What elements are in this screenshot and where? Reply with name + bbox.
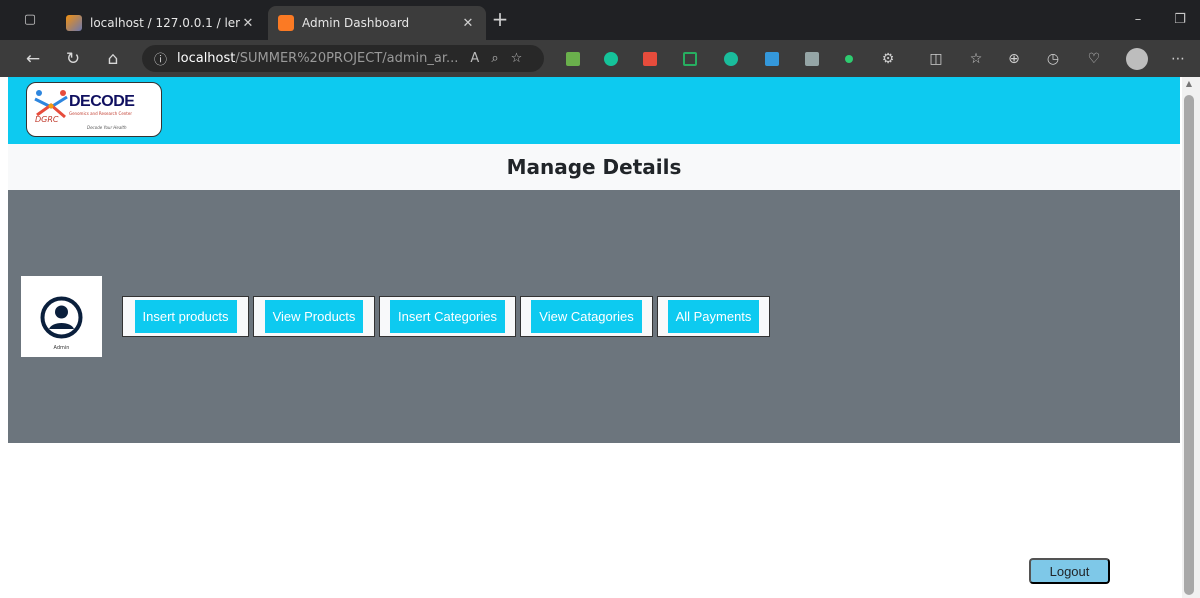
home-icon[interactable]: ⌂: [102, 48, 124, 70]
logo-subtitle: Genomics and Research Center: [69, 111, 132, 116]
insert-products-button[interactable]: Insert products: [134, 300, 237, 333]
admin-panel: Admin Insert products View Products Inse…: [8, 190, 1180, 443]
nav-item-insert-products: Insert products: [122, 296, 249, 337]
logo-abbr: DGRC: [35, 115, 59, 124]
logo-tagline: Decode Your Health: [87, 125, 127, 130]
favorites-icon[interactable]: ☆: [966, 49, 986, 69]
back-icon[interactable]: ←: [22, 48, 44, 70]
grammarly-extension-icon[interactable]: [604, 52, 618, 66]
scrollbar-thumb[interactable]: [1184, 95, 1194, 595]
xampp-favicon-icon: [278, 15, 294, 31]
insert-categories-button[interactable]: Insert Categories: [390, 300, 505, 333]
admin-name-label: Admin: [53, 345, 70, 351]
nav-item-view-categories: View Catagories: [520, 296, 653, 337]
color-picker-extension-icon[interactable]: [765, 52, 779, 66]
extension-icon[interactable]: [643, 52, 657, 66]
phpmyadmin-favicon-icon: [66, 15, 82, 31]
nav-item-view-products: View Products: [253, 296, 375, 337]
admin-profile-card: Admin: [21, 276, 102, 357]
page-header: DECODE Genomics and Research Center DGRC…: [8, 77, 1180, 144]
user-circle-icon: [40, 296, 83, 339]
zoom-icon[interactable]: ⌕: [491, 51, 498, 66]
nav-item-insert-categories: Insert Categories: [379, 296, 516, 337]
logout-button[interactable]: Logout: [1029, 558, 1110, 584]
address-bar[interactable]: ⓘ localhost /SUMMER%20PROJECT/admin_ar..…: [142, 45, 544, 72]
site-info-icon[interactable]: ⓘ: [154, 49, 167, 68]
browser-tab-bar: ▢ localhost / 127.0.0.1 / lem / cart_ ✕ …: [0, 0, 1200, 40]
tab-title: localhost / 127.0.0.1 / lem / cart_: [90, 16, 240, 30]
json-extension-icon[interactable]: [683, 52, 697, 66]
title-bar: Manage Details: [8, 144, 1180, 190]
url-path: /SUMMER%20PROJECT/admin_ar...: [235, 51, 459, 66]
close-icon[interactable]: ✕: [240, 16, 256, 31]
collections-icon[interactable]: ⊕: [1004, 49, 1024, 69]
split-screen-icon[interactable]: ◫: [926, 49, 946, 69]
tab-title: Admin Dashboard: [302, 16, 410, 30]
page-viewport: DECODE Genomics and Research Center DGRC…: [0, 77, 1200, 598]
nav-item-all-payments: All Payments: [657, 296, 770, 337]
extension-icon[interactable]: [724, 52, 738, 66]
page-title: Manage Details: [506, 155, 682, 179]
refresh-icon[interactable]: ↻: [62, 48, 84, 70]
favorite-star-icon[interactable]: ☆: [511, 51, 523, 66]
logo-brand: DECODE: [69, 93, 135, 110]
more-options-icon[interactable]: ⋯: [1168, 49, 1188, 69]
scroll-up-icon[interactable]: ▲: [1184, 79, 1194, 89]
extension-icon[interactable]: [805, 52, 819, 66]
restore-icon[interactable]: ❐: [1170, 10, 1190, 30]
view-categories-button[interactable]: View Catagories: [531, 300, 642, 333]
all-payments-button[interactable]: All Payments: [667, 300, 760, 333]
decode-logo[interactable]: DECODE Genomics and Research Center DGRC…: [26, 82, 162, 137]
download-extension-icon[interactable]: [566, 52, 580, 66]
minimize-icon[interactable]: –: [1128, 10, 1148, 30]
close-icon[interactable]: ✕: [460, 16, 476, 31]
browser-essentials-icon[interactable]: ♡: [1084, 49, 1104, 69]
view-products-button[interactable]: View Products: [264, 300, 364, 333]
new-tab-icon[interactable]: +: [490, 9, 510, 30]
extensions-puzzle-icon[interactable]: ⚙: [878, 49, 898, 69]
url-host: localhost: [177, 51, 236, 66]
extension-icon[interactable]: [845, 55, 853, 63]
profile-avatar-icon[interactable]: [1126, 48, 1148, 70]
page-body: DECODE Genomics and Research Center DGRC…: [8, 77, 1180, 598]
tab-actions-icon[interactable]: ▢: [20, 10, 40, 30]
browser-toolbar: ← ↻ ⌂ ⓘ localhost /SUMMER%20PROJECT/admi…: [0, 40, 1200, 77]
tab-admin-dashboard[interactable]: Admin Dashboard ✕: [268, 6, 486, 40]
read-aloud-icon[interactable]: A: [470, 51, 479, 66]
tab-phpmyadmin[interactable]: localhost / 127.0.0.1 / lem / cart_ ✕: [56, 6, 266, 40]
history-icon[interactable]: ◷: [1043, 49, 1063, 69]
avatar: [40, 296, 83, 339]
